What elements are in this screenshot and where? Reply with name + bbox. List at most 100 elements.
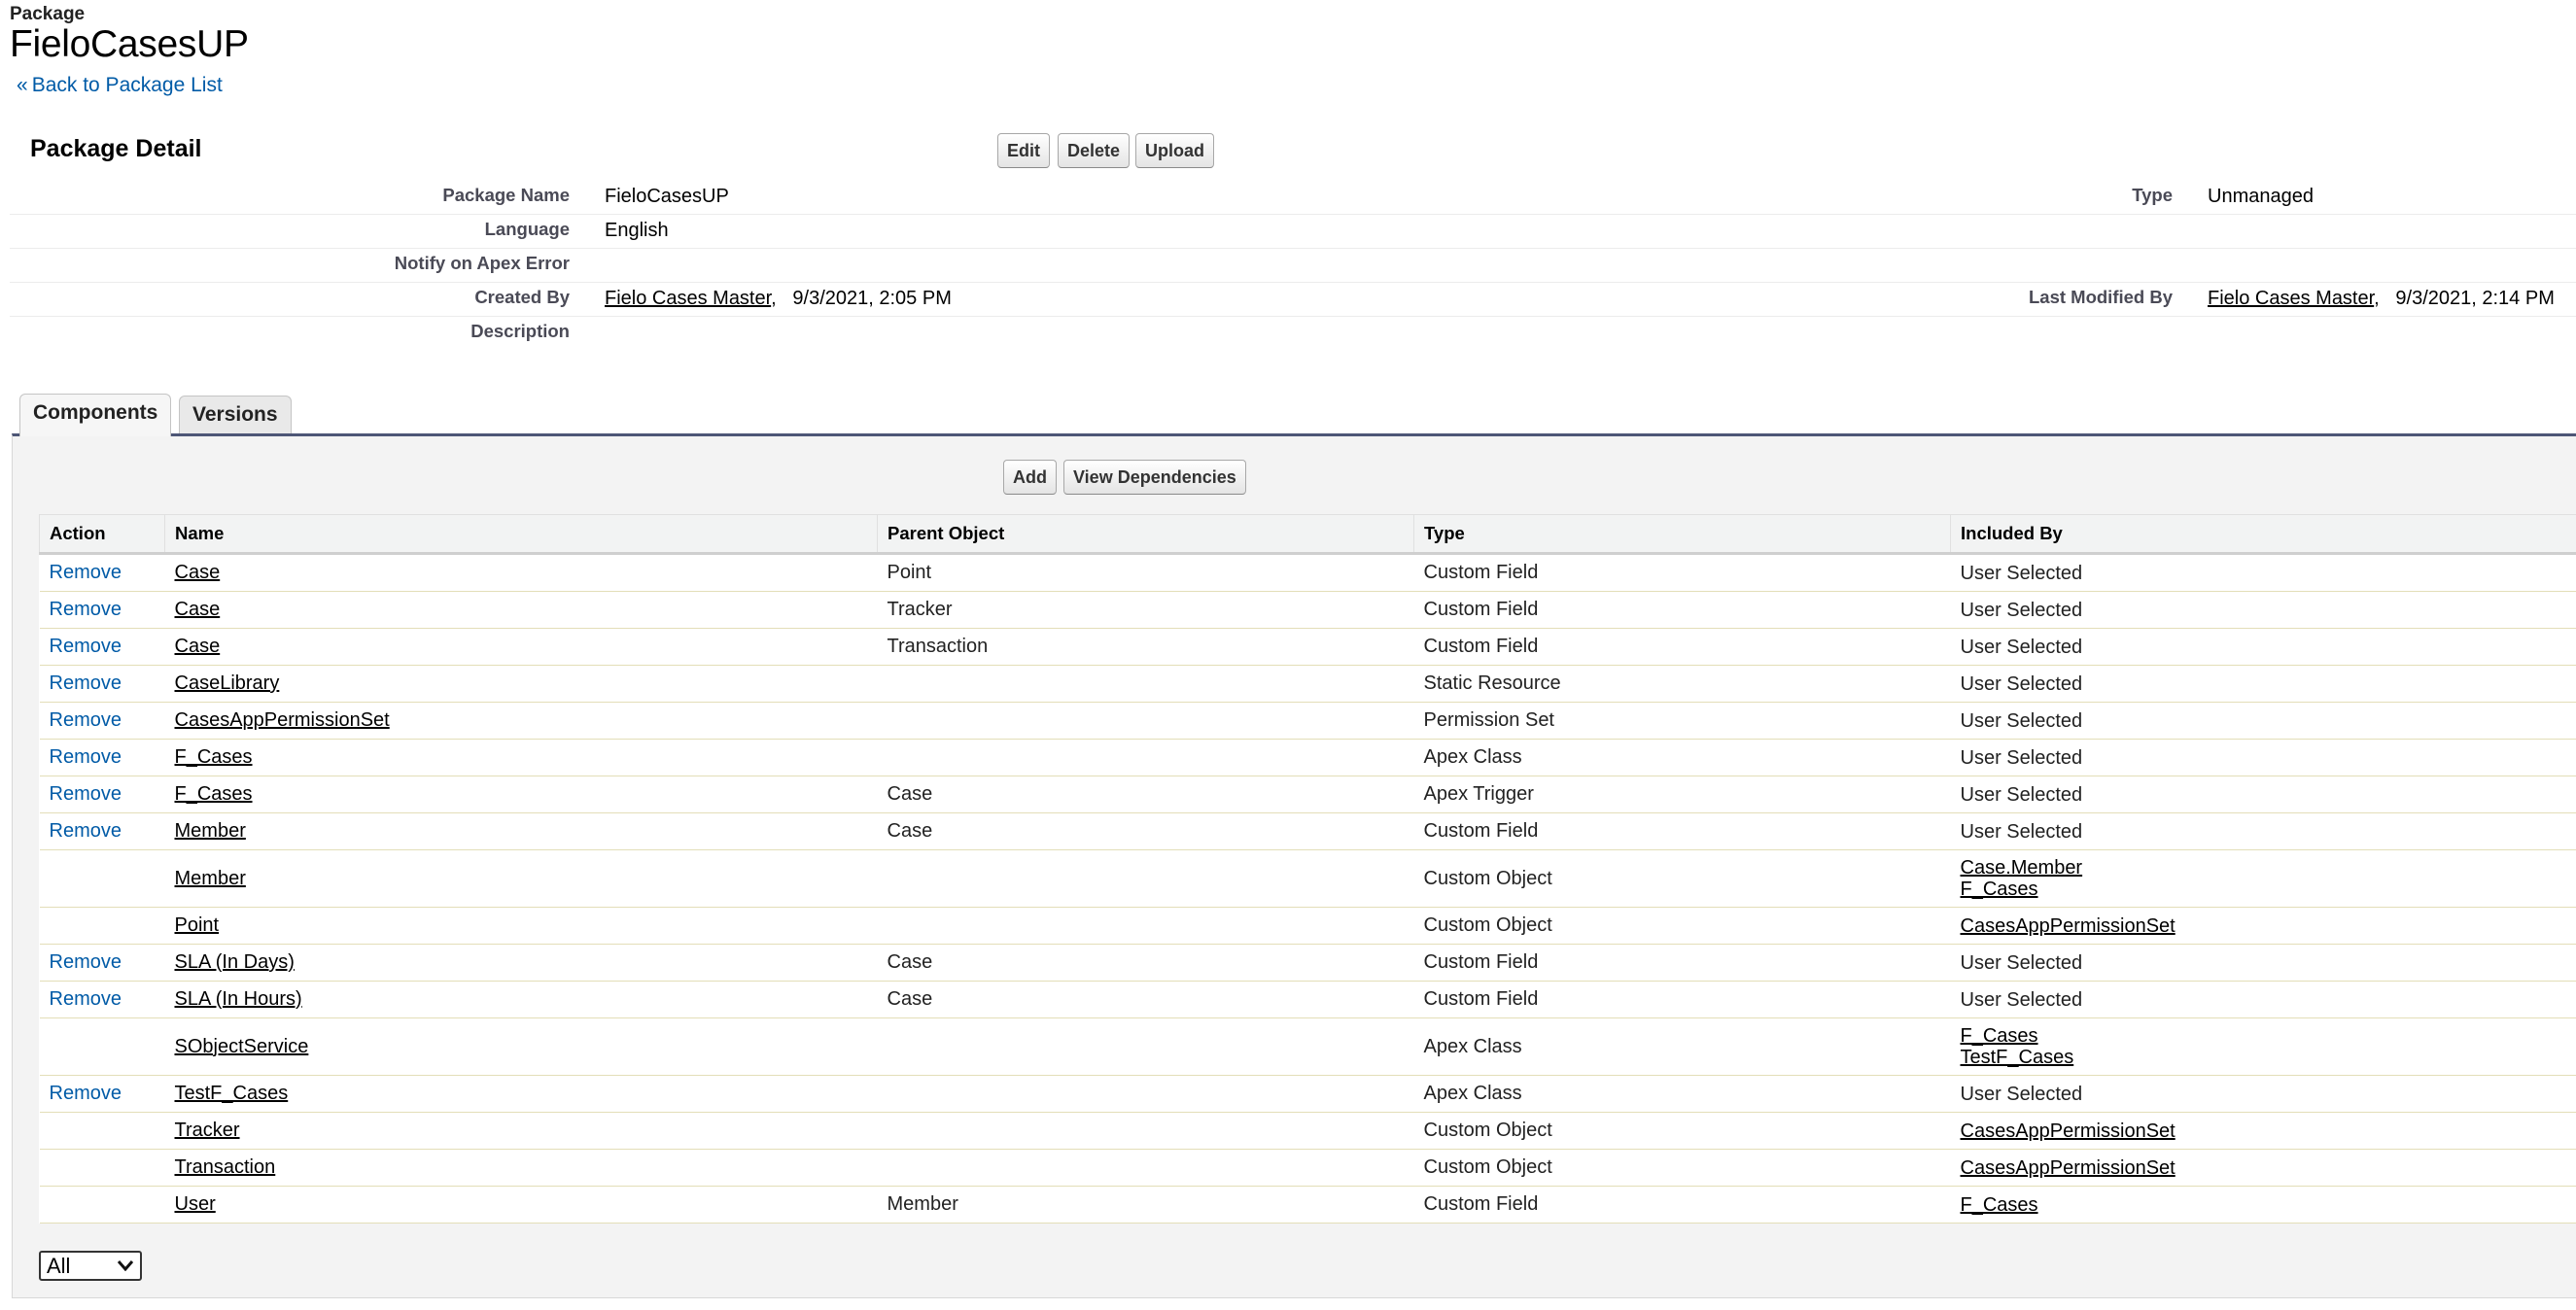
delete-button[interactable]: Delete (1058, 133, 1131, 168)
remove-link[interactable]: Remove (50, 599, 122, 620)
remove-link[interactable]: Remove (50, 709, 122, 731)
component-name-link[interactable]: CaseLibrary (175, 672, 280, 694)
upload-button[interactable]: Upload (1135, 133, 1214, 168)
col-header-parent-object: Parent Object (877, 514, 1414, 555)
component-name-link[interactable]: Member (175, 820, 246, 842)
created-by-user-link[interactable]: Fielo Cases Master (605, 288, 771, 309)
included-by-text: User Selected (1960, 599, 2083, 621)
view-dependencies-button[interactable]: View Dependencies (1063, 460, 1246, 495)
component-name-link[interactable]: F_Cases (175, 783, 253, 805)
cell-parent-object (877, 849, 1414, 908)
cell-name: SLA (In Days) (164, 944, 878, 982)
cell-name: Case (164, 628, 878, 666)
cell-included-by: User Selected (1950, 702, 2576, 740)
cell-name: Member (164, 812, 878, 850)
cell-included-by: F_Cases TestF_Cases (1950, 1017, 2576, 1076)
cell-parent-object (877, 907, 1414, 945)
component-name-link[interactable]: Point (175, 914, 220, 936)
included-by-link[interactable]: CasesAppPermissionSet (1961, 915, 2576, 937)
cell-action: Remove (39, 1075, 165, 1113)
detail-row-created-by: Created By Fielo Cases Master, 9/3/2021,… (10, 283, 2576, 317)
cell-included-by: CasesAppPermissionSet (1950, 1112, 2576, 1150)
included-by-text: User Selected (1960, 672, 2083, 695)
component-name-link[interactable]: F_Cases (175, 746, 253, 768)
cell-type: Custom Object (1413, 1112, 1951, 1150)
component-name-link[interactable]: Transaction (175, 1156, 276, 1178)
cell-action: Remove (39, 776, 165, 813)
cell-included-by: User Selected (1950, 812, 2576, 850)
remove-link[interactable]: Remove (50, 783, 122, 805)
add-button[interactable]: Add (1003, 460, 1057, 495)
component-name-link[interactable]: Case (175, 599, 221, 620)
cell-included-by: F_Cases (1950, 1186, 2576, 1224)
table-header-row: Action Name Parent Object Type Included … (39, 514, 2576, 555)
filter-select[interactable]: All (39, 1251, 142, 1281)
tab-versions[interactable]: Versions (179, 396, 292, 434)
cell-included-by: User Selected (1950, 553, 2576, 592)
component-name-link[interactable]: SObjectService (175, 1036, 309, 1057)
included-by-link[interactable]: Case.Member (1961, 857, 2576, 879)
included-by-text: User Selected (1960, 709, 2083, 732)
double-chevron-left-icon: « (17, 74, 28, 96)
included-by-text: User Selected (1960, 1083, 2083, 1105)
edit-button[interactable]: Edit (997, 133, 1050, 168)
component-name-link[interactable]: SLA (In Hours) (175, 988, 302, 1010)
table-row: Remove TestF_Cases Apex Class User Selected (39, 1075, 2576, 1113)
included-by-link[interactable]: F_Cases (1961, 879, 2576, 900)
created-by-label: Created By (474, 287, 570, 307)
included-by-text: User Selected (1960, 988, 2083, 1011)
cell-parent-object: Case (877, 812, 1414, 850)
remove-link[interactable]: Remove (50, 746, 122, 768)
table-row: Member Custom Object Case.Member F_Cases (39, 849, 2576, 908)
cell-parent-object: Case (877, 944, 1414, 982)
cell-included-by: User Selected (1950, 776, 2576, 813)
included-by-link[interactable]: CasesAppPermissionSet (1961, 1157, 2576, 1179)
last-modified-label: Last Modified By (2028, 287, 2173, 307)
notify-label: Notify on Apex Error (394, 253, 570, 273)
cell-parent-object (877, 1017, 1414, 1076)
table-row: Remove Case Tracker Custom Field User Select… (39, 591, 2576, 629)
created-by-date: 9/3/2021, 2:05 PM (792, 288, 952, 309)
included-by-link[interactable]: F_Cases (1961, 1025, 2576, 1047)
cell-name: Case (164, 591, 878, 629)
included-by-link[interactable]: TestF_Cases (1961, 1047, 2576, 1068)
remove-link[interactable]: Remove (50, 1083, 122, 1104)
component-name-link[interactable]: CasesAppPermissionSet (175, 709, 390, 731)
included-by-list: User Selected (1961, 784, 2576, 806)
component-name-link[interactable]: Case (175, 636, 221, 657)
last-modified-date: 9/3/2021, 2:14 PM (2395, 288, 2555, 309)
table-row: SObjectService Apex Class F_Cases TestF_Cas… (39, 1017, 2576, 1076)
type-label: Type (2132, 185, 2173, 205)
component-name-link[interactable]: TestF_Cases (175, 1083, 289, 1104)
component-name-link[interactable]: Case (175, 562, 221, 583)
remove-link[interactable]: Remove (50, 672, 122, 694)
detail-row-language: Language English (10, 215, 2576, 249)
remove-link[interactable]: Remove (50, 820, 122, 842)
remove-link[interactable]: Remove (50, 988, 122, 1010)
remove-link[interactable]: Remove (50, 636, 122, 657)
component-name-link[interactable]: User (175, 1193, 216, 1215)
type-value: Unmanaged (2208, 186, 2314, 207)
component-name-link[interactable]: SLA (In Days) (175, 951, 295, 973)
remove-link[interactable]: Remove (50, 562, 122, 583)
created-by-value: Fielo Cases Master, 9/3/2021, 2:05 PM (605, 288, 952, 309)
component-name-link[interactable]: Member (175, 868, 246, 889)
remove-link[interactable]: Remove (50, 951, 122, 973)
included-by-link[interactable]: F_Cases (1961, 1194, 2576, 1216)
cell-parent-object (877, 1112, 1414, 1150)
included-by-list: User Selected (1961, 563, 2576, 584)
tab-components[interactable]: Components (19, 394, 172, 436)
col-header-type: Type (1413, 514, 1951, 555)
included-by-list: CasesAppPermissionSet (1961, 1157, 2576, 1179)
entity-type-label: Package (10, 4, 86, 24)
last-modified-user-link[interactable]: Fielo Cases Master (2208, 288, 2374, 309)
cell-parent-object (877, 665, 1414, 703)
cell-included-by: User Selected (1950, 981, 2576, 1018)
cell-action (39, 1186, 165, 1224)
page-title: FieloCasesUP (10, 23, 249, 65)
back-to-package-list-link[interactable]: «Back to Package List (17, 74, 223, 97)
component-name-link[interactable]: Tracker (175, 1120, 240, 1141)
included-by-link[interactable]: CasesAppPermissionSet (1961, 1120, 2576, 1142)
cell-parent-object (877, 702, 1414, 740)
table-row: Remove F_Cases Case Apex Trigger User Select… (39, 776, 2576, 813)
